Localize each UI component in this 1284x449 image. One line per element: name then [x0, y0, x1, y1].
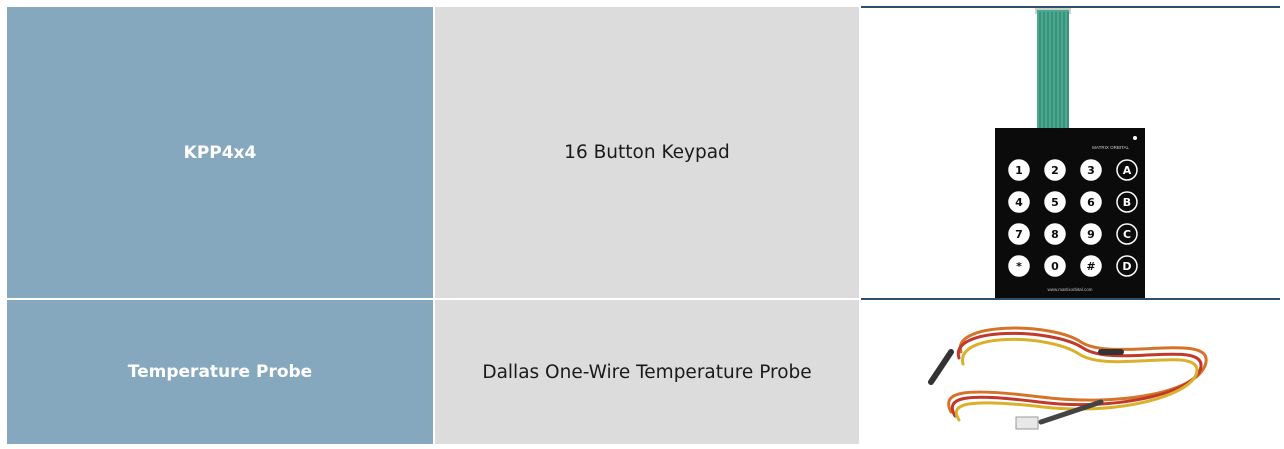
- keypad-key-label: 9: [1087, 228, 1095, 241]
- accessory-description: 16 Button Keypad: [434, 7, 861, 300]
- accessory-description: Dallas One-Wire Temperature Probe: [434, 299, 861, 444]
- keypad-key-label: 5: [1051, 196, 1059, 209]
- keypad-key-label: 6: [1087, 196, 1095, 209]
- keypad-key-label: 8: [1051, 228, 1059, 241]
- accessory-name: Temperature Probe: [7, 299, 435, 444]
- keypad-key-label: *: [1016, 260, 1022, 273]
- keypad-key-label: 3: [1087, 164, 1095, 177]
- ribbon-cable: [1034, 8, 1071, 130]
- accessories-table: KPP4x4 16 Button Keypad MATRIX ORBITAL 1…: [7, 6, 1280, 444]
- brand-text: MATRIX ORBITAL: [1092, 145, 1129, 150]
- keypad-key-label: 2: [1051, 164, 1059, 177]
- url-text: www.matrixorbital.com: [1047, 287, 1092, 292]
- keypad-key-label: 4: [1015, 196, 1023, 209]
- keypad-key-label: 0: [1051, 260, 1059, 273]
- keypad-key-label: #: [1086, 260, 1095, 273]
- table-row: Temperature Probe Dallas One-Wire Temper…: [7, 298, 1280, 444]
- accessory-image-cell: MATRIX ORBITAL 1 2 3 A 4 5 6 B 7 8 9 C * 0 # D www.matr…: [860, 6, 1280, 299]
- keypad-key-label: 7: [1015, 228, 1023, 241]
- table-row: KPP4x4 16 Button Keypad MATRIX ORBITAL 1…: [7, 6, 1280, 300]
- temperature-probe-cable-icon: [927, 326, 1208, 430]
- keypad-key-label: A: [1122, 164, 1131, 177]
- accessory-image-cell: [860, 298, 1280, 444]
- keypad-key-label: D: [1122, 260, 1131, 273]
- keypad-icon: MATRIX ORBITAL 1 2 3 A 4 5 6 B 7 8 9 C * 0 # D www.matr…: [994, 8, 1145, 298]
- keypad-key-label: C: [1122, 228, 1130, 241]
- keypad-key-label: B: [1122, 196, 1130, 209]
- keypad-key-label: 1: [1015, 164, 1023, 177]
- accessory-name: KPP4x4: [7, 7, 435, 300]
